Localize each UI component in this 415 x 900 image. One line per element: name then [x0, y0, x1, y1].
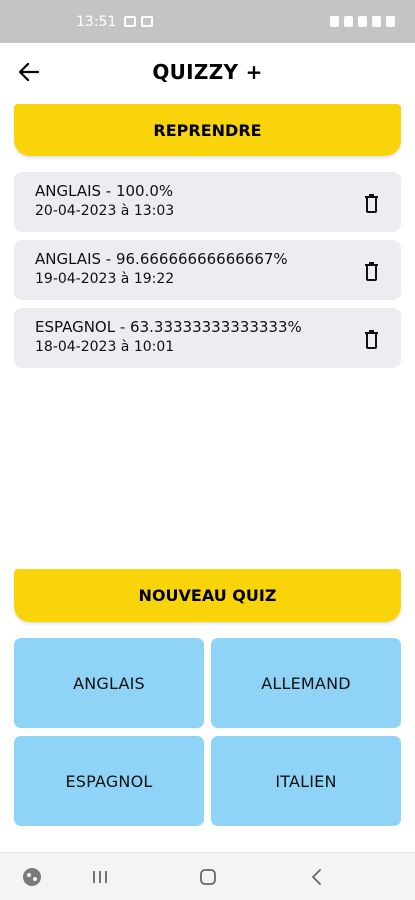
trash-icon [364, 329, 378, 349]
language-tile-allemand[interactable]: ALLEMAND [211, 638, 401, 728]
back-icon [312, 869, 321, 885]
history-item[interactable]: ANGLAIS - 96.66666666666667% 19-04-2023 … [14, 240, 401, 300]
quiz-history-list: ANGLAIS - 100.0% 20-04-2023 à 13:03 ANGL… [14, 172, 401, 376]
resume-button[interactable]: REPRENDRE [14, 104, 401, 156]
status-left: 13:51 [76, 13, 154, 30]
status-bar: 13:51 [0, 0, 415, 43]
delete-button[interactable] [361, 192, 381, 214]
assistant-button[interactable] [20, 865, 44, 889]
history-item-title: ESPAGNOL - 63.33333333333333% [35, 318, 302, 336]
status-right [330, 16, 395, 27]
history-item-date: 18-04-2023 à 10:01 [35, 339, 175, 355]
page-title: QUIZZY + [152, 60, 263, 84]
delete-button[interactable] [361, 328, 381, 350]
vibrate-icon [344, 16, 353, 27]
status-time: 13:51 [76, 13, 117, 30]
arrow-left-icon [19, 63, 39, 81]
history-item[interactable]: ANGLAIS - 100.0% 20-04-2023 à 13:03 [14, 172, 401, 232]
app-bar: QUIZZY + [0, 43, 415, 101]
trash-icon [364, 261, 378, 281]
new-quiz-button[interactable]: NOUVEAU QUIZ [14, 569, 401, 622]
language-tile-espagnol[interactable]: ESPAGNOL [14, 736, 204, 826]
system-back-button[interactable] [306, 865, 326, 889]
delete-button[interactable] [361, 260, 381, 282]
image-icon [124, 16, 137, 27]
system-nav-bar [0, 852, 415, 900]
home-icon [200, 869, 216, 885]
wifi-icon [358, 16, 367, 27]
assistant-icon [23, 868, 41, 886]
alarm-icon [330, 16, 339, 27]
history-item[interactable]: ESPAGNOL - 63.33333333333333% 18-04-2023… [14, 308, 401, 368]
trash-icon [364, 193, 378, 213]
recent-apps-button[interactable] [90, 865, 110, 889]
language-tile-italien[interactable]: ITALIEN [211, 736, 401, 826]
language-tile-anglais[interactable]: ANGLAIS [14, 638, 204, 728]
history-item-title: ANGLAIS - 100.0% [35, 182, 174, 200]
history-item-title: ANGLAIS - 96.66666666666667% [35, 250, 288, 268]
history-item-date: 19-04-2023 à 19:22 [35, 271, 175, 287]
language-grid: ANGLAIS ALLEMAND ESPAGNOL ITALIEN [14, 638, 401, 826]
notification-box-icon [141, 16, 154, 27]
home-button[interactable] [197, 865, 219, 889]
back-button[interactable] [14, 57, 44, 87]
recent-apps-icon [93, 871, 107, 883]
battery-icon [386, 16, 395, 27]
history-item-date: 20-04-2023 à 13:03 [35, 203, 175, 219]
signal-icon [372, 16, 381, 27]
